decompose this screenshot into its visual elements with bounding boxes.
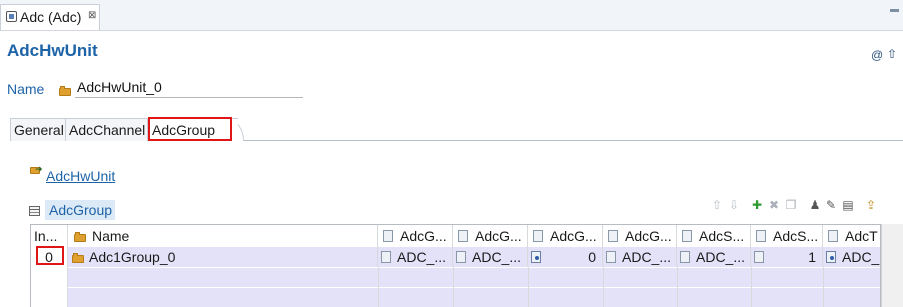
document-icon [606,251,616,263]
edit-icon[interactable]: ✎ [824,197,838,213]
adcgroup-section-title: AdcGroup [45,200,115,220]
document-icon [533,230,543,242]
cell-adcs-1[interactable]: ADC_... [677,247,751,267]
document-icon [828,230,838,242]
copy-icon[interactable]: ❐ [784,197,798,213]
column-divider [67,247,68,307]
move-down-icon[interactable]: ⇩ [727,197,741,213]
table-header: In... Name AdcG... AdcG... AdcG... AdcG.… [31,225,880,248]
document-icon [754,251,764,263]
cell-adcg-3[interactable]: 0 [528,247,603,267]
adcgroup-table: In... Name AdcG... AdcG... AdcG... AdcG.… [30,224,881,307]
folder-icon [74,232,86,242]
column-divider [453,267,454,307]
parameter-icon [531,251,541,263]
column-header-adcs-1[interactable]: AdcS... [677,225,751,247]
cell-name-label: Adc1Group_0 [89,249,176,265]
highlight-box-index [36,246,64,265]
help-icon[interactable]: @ [871,48,883,62]
import-icon[interactable]: ⇪ [864,197,878,213]
cell-adcg-4[interactable]: ADC_... [603,247,677,267]
editor-tab-adc[interactable]: Adc (Adc) ⊠ [0,4,100,30]
column-divider [751,267,752,307]
editor-tab-strip [0,0,903,31]
name-label: Name [7,81,45,97]
delete-icon[interactable]: ✖ [767,197,781,213]
column-divider [528,267,529,307]
cell-name[interactable]: Adc1Group_0 [68,247,378,267]
column-divider [603,267,604,307]
close-icon[interactable]: ⊠ [88,10,96,21]
add-icon[interactable]: ✚ [750,197,764,213]
highlight-box-tab [148,117,232,141]
document-icon [608,230,618,242]
document-icon [680,251,690,263]
properties-icon[interactable]: ▤ [841,197,855,213]
folder-icon [59,86,71,96]
document-icon [381,251,391,263]
row-divider [68,287,880,288]
column-header-adcg-3[interactable]: AdcG... [528,225,603,247]
document-icon [456,251,466,263]
parameter-icon [826,251,836,263]
cell-adct[interactable]: ADC_I [823,247,880,267]
document-icon [756,230,766,242]
name-input[interactable] [75,76,303,98]
table-icon [29,206,40,216]
column-header-adcs-2[interactable]: AdcS... [751,225,823,247]
maximize-icon[interactable] [890,9,899,12]
tab-adcchannel[interactable]: AdcChannel [66,118,148,141]
column-header-name[interactable]: Name [68,225,378,247]
column-header-adcg-2[interactable]: AdcG... [453,225,528,247]
arrow-right-icon: ➜ [35,164,43,174]
cell-adcs-2[interactable]: 1 [751,247,823,267]
document-icon [458,230,468,242]
column-header-adcg-4[interactable]: AdcG... [603,225,677,247]
table-vertical-scrollbar[interactable] [881,224,903,307]
tab-general[interactable]: General [10,118,66,141]
column-header-adcg-1[interactable]: AdcG... [378,225,453,247]
folder-icon [72,253,84,263]
cell-adcg-2[interactable]: ADC_... [453,247,528,267]
user-icon[interactable]: ♟ [808,197,822,213]
navigate-up-icon[interactable]: ⇧ [887,47,897,61]
adchwunit-link[interactable]: AdcHwUnit [46,168,115,184]
adc-module-icon [6,11,17,22]
column-header-index[interactable]: In... [31,225,68,247]
move-up-icon[interactable]: ⇧ [710,197,724,213]
column-divider [823,267,824,307]
editor-tab-title: Adc (Adc) [20,9,82,25]
document-icon [682,230,692,242]
column-divider [378,267,379,307]
row-divider [68,267,880,268]
column-header-name-label: Name [92,228,130,244]
page-title: AdcHwUnit [7,41,98,60]
cell-adcg-1[interactable]: ADC_... [378,247,453,267]
document-icon [383,230,393,242]
column-header-adct[interactable]: AdcT [823,225,880,247]
column-divider [677,267,678,307]
